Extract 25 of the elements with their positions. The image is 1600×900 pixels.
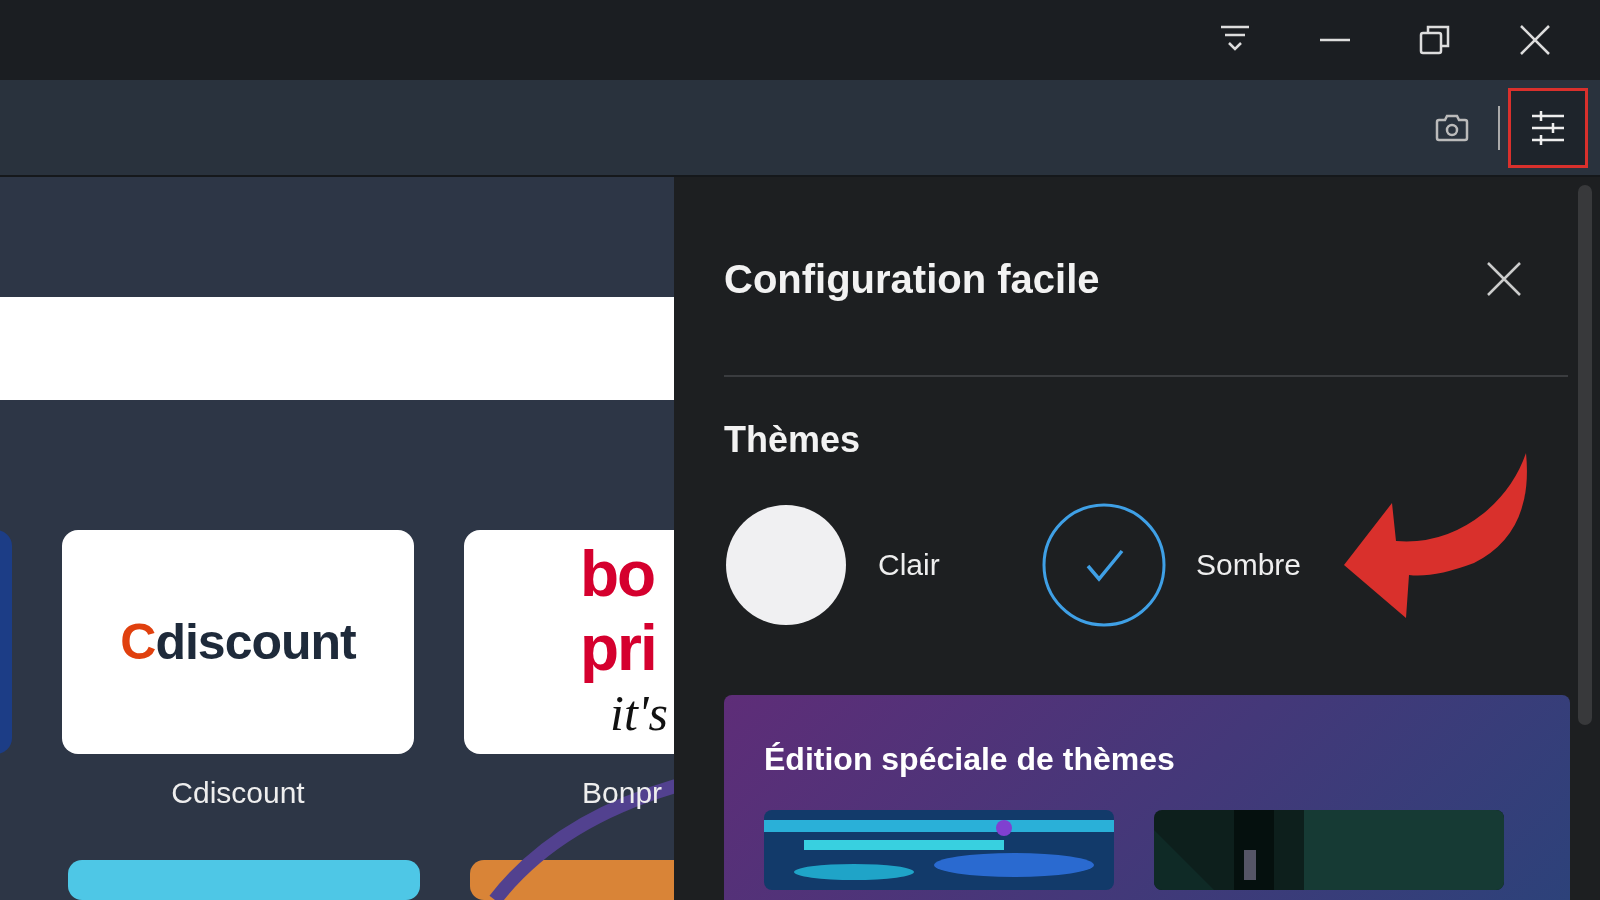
- site-tile[interactable]: bo pri it's: [464, 530, 674, 754]
- cdiscount-logo: Cdiscount: [120, 613, 356, 671]
- panel-title: Configuration facile: [724, 256, 1100, 302]
- site-tile[interactable]: [68, 860, 420, 900]
- close-button[interactable]: [1486, 261, 1522, 297]
- tile-label: Cdiscount: [171, 776, 305, 810]
- close-icon: [1486, 261, 1522, 297]
- site-tile[interactable]: Cdiscount: [62, 530, 414, 754]
- close-icon: [1519, 24, 1551, 56]
- selected-theme-swatch[interactable]: [1042, 503, 1166, 627]
- theme-label: Clair: [878, 548, 940, 582]
- bonprix-logo-text: bo: [580, 538, 656, 612]
- scrollbar-thumb[interactable]: [1578, 185, 1592, 725]
- settings-icon: [1530, 110, 1566, 145]
- minimize-icon: [1319, 37, 1351, 43]
- camera-icon: [1434, 112, 1470, 143]
- tile-label: Bonpr: [582, 776, 663, 810]
- theme-swatch[interactable]: [724, 503, 848, 627]
- bonprix-logo-text: pri: [580, 611, 657, 686]
- theme-label: Sombre: [1196, 548, 1302, 582]
- card-title: Édition spéciale de thèmes: [764, 741, 1176, 778]
- bonprix-logo-text: it's: [610, 685, 669, 743]
- restore-icon: [1419, 24, 1451, 56]
- settings-button[interactable]: [1508, 87, 1588, 168]
- section-title: Thèmes: [724, 419, 862, 461]
